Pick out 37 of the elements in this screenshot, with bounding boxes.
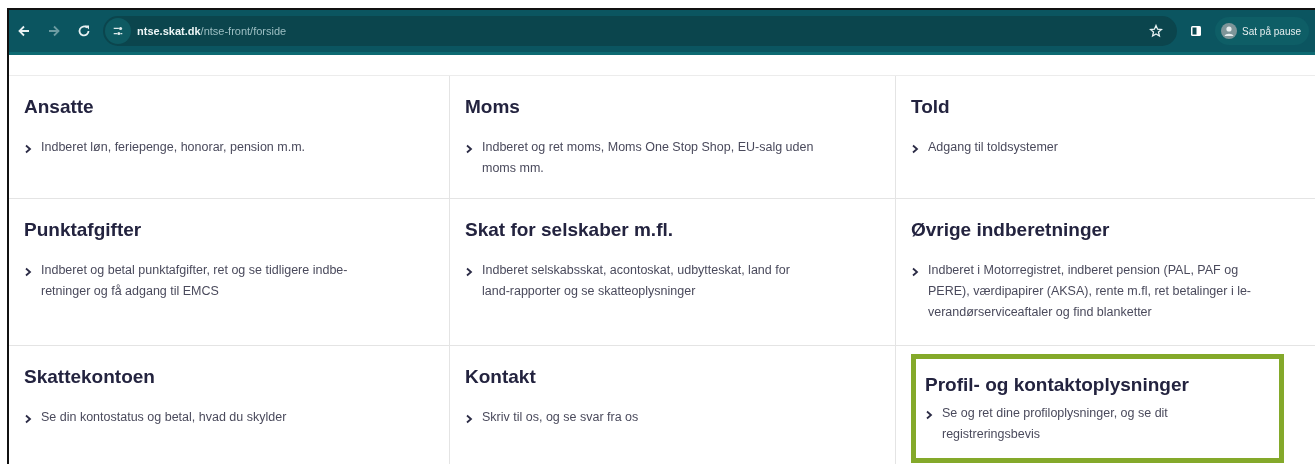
card-title: Skat for selskaber m.fl. [465, 219, 675, 241]
card-link[interactable]: Adgang til toldsystemer [928, 137, 1058, 158]
chevron-icon [24, 414, 32, 424]
profile-button[interactable]: Sat på pause [1215, 17, 1309, 45]
chevron-icon [465, 144, 473, 154]
chevron-icon [24, 144, 32, 154]
card-link[interactable]: Indberet i Motorregistret, indberet pension (PAL, PAF og PERE), værdipapirer (AKSA), rente m.fl, ret betalinger i le- verandørserviceaftaler og find blanketter [928, 260, 1252, 323]
url-text: ntse.skat.dk/ntse-front/forside [137, 25, 288, 37]
chevron-icon [925, 410, 933, 420]
bookmark-star-icon[interactable] [1149, 24, 1164, 38]
card-link[interactable]: Se og ret dine profiloplysninger, og se dit registreringsbevis [942, 403, 1168, 445]
card-link[interactable]: Indberet løn, feriepenge, honorar, pension m.m. [41, 137, 306, 158]
card-title: Moms [465, 96, 521, 118]
site-info-icon[interactable] [105, 18, 131, 44]
chevron-icon [24, 267, 32, 277]
chevron-icon [465, 414, 473, 424]
chevron-icon [911, 144, 919, 154]
card-title: Ansatte [24, 96, 95, 118]
card-link[interactable]: Indberet og betal punktafgifter, ret og se tidligere indbe- retninger og få adgang til EMCS [41, 260, 348, 302]
card-link[interactable]: Se din kontostatus og betal, hvad du skylder [41, 407, 287, 428]
card-link[interactable]: Indberet selskabsskat, acontoskat, udbytteskat, land for land-rapporter og se skatteoplysninger [482, 260, 790, 302]
card-title: Kontakt [465, 366, 537, 388]
chevron-icon [465, 267, 473, 277]
card-link[interactable]: Skriv til os, og se svar fra os [482, 407, 639, 428]
address-bar[interactable]: ntse.skat.dk/ntse-front/forside [103, 16, 1178, 46]
chevron-icon [911, 267, 919, 277]
card-title: Skattekontoen [24, 366, 156, 388]
side-panel-icon[interactable] [1189, 24, 1204, 38]
card-title: Profil- og kontaktoplysninger [925, 374, 1190, 396]
forward-icon[interactable] [47, 24, 61, 38]
card-link[interactable]: Indberet og ret moms, Moms One Stop Shop, EU-salg uden moms mm. [482, 137, 814, 179]
back-icon[interactable] [17, 24, 31, 38]
card-title: Told [911, 96, 951, 118]
card-title: Øvrige indberetninger [911, 219, 1111, 241]
avatar-icon [1221, 23, 1238, 39]
card-title: Punktafgifter [24, 219, 143, 241]
reload-icon[interactable] [77, 24, 91, 38]
